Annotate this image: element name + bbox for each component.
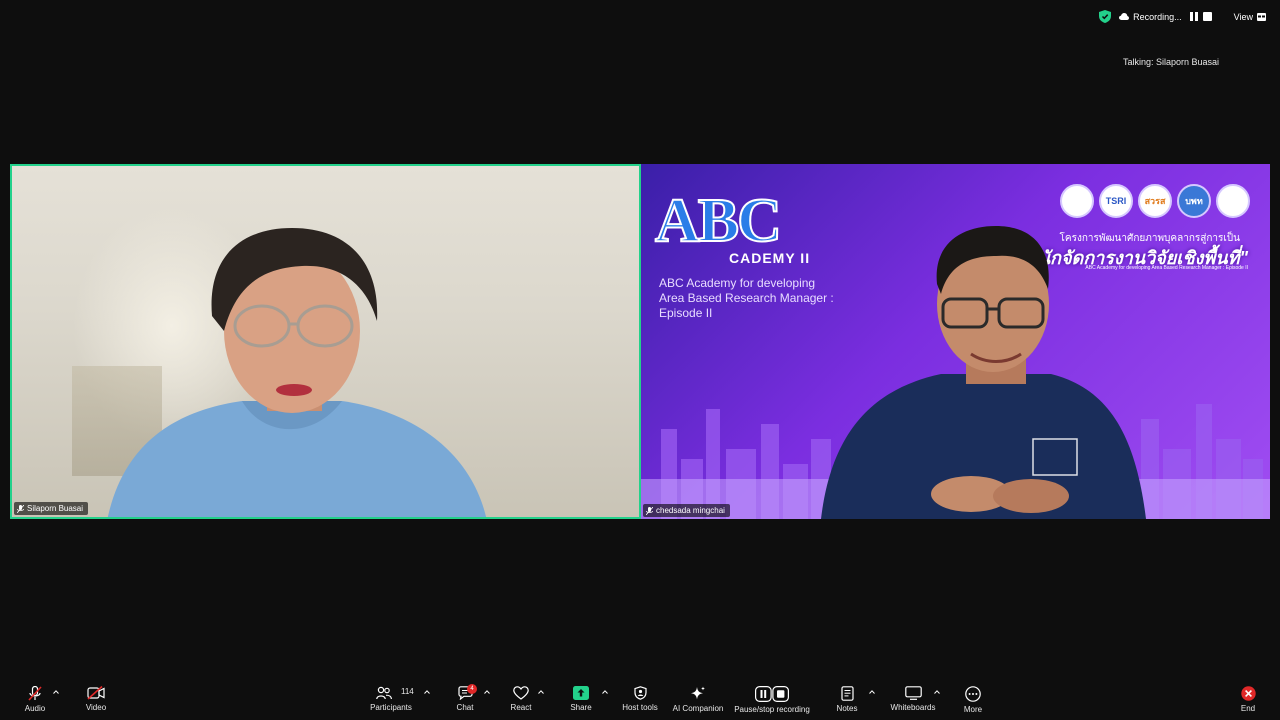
ai-companion-button[interactable]: AI Companion — [670, 680, 726, 720]
video-tile-silaporn[interactable]: Silaporn Buasai — [10, 164, 641, 519]
react-options-caret-icon[interactable] — [538, 690, 544, 694]
meeting-toolbar: Audio Video Participants 114 Chat 4 Reac… — [0, 680, 1280, 720]
video-tile-chedsada[interactable]: ABC CADEMY II ABC Academy for developing… — [641, 164, 1270, 519]
recording-label: Recording... — [1133, 11, 1182, 22]
end-button[interactable]: End — [1236, 680, 1260, 720]
participant-video-silaporn — [107, 228, 486, 517]
view-button[interactable]: View — [1234, 12, 1266, 22]
mic-muted-icon — [646, 506, 653, 515]
shield-icon — [633, 686, 647, 700]
video-off-icon — [87, 686, 105, 700]
pause-recording-icon[interactable] — [1190, 12, 1199, 21]
cloud-icon — [1119, 12, 1130, 20]
whiteboard-icon — [904, 686, 922, 700]
host-tools-button[interactable]: Host tools — [618, 680, 662, 720]
audio-button[interactable]: Audio — [20, 680, 50, 720]
whiteboards-options-caret-icon[interactable] — [934, 690, 940, 694]
react-button[interactable]: React — [506, 680, 536, 720]
chat-options-caret-icon[interactable] — [484, 690, 490, 694]
whiteboards-button[interactable]: Whiteboards — [888, 680, 938, 720]
stop-recording-icon[interactable] — [1202, 12, 1212, 21]
video-button[interactable]: Video — [80, 680, 112, 720]
chat-unread-badge: 4 — [467, 684, 477, 694]
participants-options-caret-icon[interactable] — [424, 690, 430, 694]
pause-stop-icon — [755, 686, 789, 702]
security-shield-icon[interactable] — [1099, 10, 1112, 23]
participants-count: 114 — [401, 687, 414, 696]
participant-name: Silaporn Buasai — [27, 504, 84, 513]
recording-indicator: Recording... — [1119, 12, 1182, 22]
participant-name-tag: chedsada mingchai — [643, 504, 730, 517]
share-button[interactable]: Share — [566, 680, 596, 720]
talking-indicator: Talking: Silaporn Buasai — [1123, 57, 1220, 67]
recording-controls — [1190, 12, 1212, 21]
participant-name: chedsada mingchai — [656, 506, 725, 515]
participants-button[interactable]: Participants — [368, 680, 414, 720]
participants-icon — [376, 686, 392, 700]
view-label: View — [1233, 11, 1253, 22]
heart-icon — [513, 686, 529, 700]
more-button[interactable]: More — [960, 680, 986, 720]
share-options-caret-icon[interactable] — [602, 690, 608, 694]
top-status-bar: Recording... View — [1099, 10, 1266, 23]
pause-stop-recording-button[interactable]: Pause/stop recording — [732, 680, 812, 720]
audio-options-caret-icon[interactable] — [53, 690, 59, 694]
notes-button[interactable]: Notes — [834, 680, 860, 720]
participant-video-chedsada — [821, 226, 1146, 519]
more-icon — [965, 686, 981, 702]
end-icon — [1240, 686, 1256, 701]
mic-muted-icon — [17, 504, 24, 513]
grid-view-icon — [1257, 12, 1266, 21]
notes-options-caret-icon[interactable] — [869, 690, 875, 694]
participant-name-tag: Silaporn Buasai — [14, 502, 89, 515]
sparkle-icon — [691, 686, 705, 700]
share-icon — [573, 686, 589, 700]
notes-icon — [840, 686, 854, 701]
mic-muted-icon — [28, 686, 42, 701]
